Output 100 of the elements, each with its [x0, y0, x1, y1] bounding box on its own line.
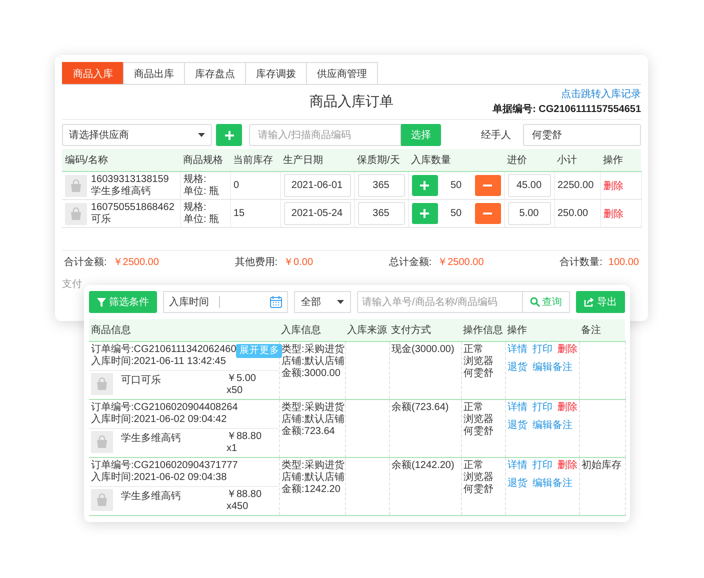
operation-info-line: 正常: [464, 460, 484, 472]
product-name: 可口可乐: [121, 374, 162, 387]
shelf-life-field[interactable]: 365: [358, 174, 404, 197]
action-link[interactable]: 退货: [508, 478, 528, 490]
column-header: 入库信息: [281, 325, 321, 336]
operation-info-line: 浏览器: [464, 472, 494, 484]
column-header: 备注: [581, 325, 601, 336]
product-quantity: x450: [226, 501, 250, 513]
product-name: 学生多维高钙: [121, 490, 182, 503]
order-info-line: 金额:1242.20: [282, 484, 342, 496]
add-supplier-button[interactable]: [216, 124, 242, 146]
product-name: 学生多维高钙: [121, 432, 182, 445]
order-info-line: 店铺:默认店铺: [282, 472, 342, 484]
export-button[interactable]: 导出: [576, 291, 625, 313]
summary-value: ￥2500.00: [438, 257, 484, 268]
product-code-field[interactable]: 请输入/扫描商品编码: [249, 124, 401, 146]
product-price: ￥88.80: [226, 489, 263, 501]
action-link[interactable]: 退货: [508, 420, 528, 432]
operation-info-line: 何雯舒: [464, 368, 494, 380]
action-link[interactable]: 退货: [508, 362, 528, 374]
column-header: 商品信息: [91, 325, 131, 336]
payment-method: 余额(723.64): [392, 402, 449, 413]
delete-link[interactable]: 删除: [558, 344, 578, 356]
record-link[interactable]: 点击跳转入库记录: [561, 87, 641, 101]
summary-label: 合计金额:: [64, 257, 107, 268]
date-field[interactable]: 2021-05-24: [284, 202, 350, 225]
action-link[interactable]: 打印: [532, 460, 552, 472]
operation-info-line: 何雯舒: [464, 426, 494, 438]
spec-text: 规格:: [184, 174, 208, 186]
delete-link[interactable]: 删除: [558, 460, 578, 472]
payment-label: 支付: [62, 279, 82, 290]
increase-button[interactable]: [412, 203, 438, 224]
action-link[interactable]: 打印: [532, 344, 552, 356]
action-link[interactable]: 编辑备注: [532, 478, 572, 490]
order-time: 入库时间:2021-06-02 09:04:38: [91, 472, 228, 484]
order-time: 入库时间:2021-06-02 09:04:42: [91, 414, 228, 426]
action-link[interactable]: 编辑备注: [532, 420, 572, 432]
action-link[interactable]: 详情: [508, 402, 528, 414]
delete-link[interactable]: 删除: [558, 402, 578, 414]
action-link[interactable]: 详情: [508, 460, 528, 472]
bag-icon: [65, 202, 87, 224]
date-field[interactable]: 2021-06-01: [284, 174, 350, 197]
date-range-field[interactable]: 入库时间: [163, 291, 288, 313]
handler-field[interactable]: 何雯舒: [523, 124, 641, 146]
price-field[interactable]: 5.00: [508, 202, 550, 225]
order-number: 订单编号:CG2106111342062460: [91, 344, 236, 356]
column-header: 生产日期: [283, 155, 323, 166]
order-info-line: 店铺:默认店铺: [282, 356, 342, 368]
product-name: 学生多维高钙: [91, 186, 152, 198]
supplier-select[interactable]: 请选择供应商: [62, 124, 212, 146]
summary-value: ￥0.00: [284, 257, 314, 268]
unit-text: 单位: 瓶: [184, 186, 220, 198]
unit-text: 单位: 瓶: [184, 214, 220, 226]
status-select[interactable]: 全部: [294, 291, 351, 313]
handler-label: 经手人: [481, 128, 511, 142]
action-link[interactable]: 编辑备注: [532, 362, 572, 374]
order-info-line: 类型:采购进货: [282, 344, 342, 356]
summary-value: 100.00: [608, 257, 639, 268]
delete-link[interactable]: 删除: [604, 208, 624, 220]
plus-icon: [420, 209, 429, 218]
subtotal-cell: 2250.00: [558, 180, 594, 191]
shelf-life-field[interactable]: 365: [358, 202, 404, 225]
bag-icon: [91, 431, 113, 453]
document-number: 单据编号: CG2106111157554651: [492, 102, 641, 116]
tab[interactable]: 供应商管理: [306, 62, 378, 84]
order-info-line: 店铺:默认店铺: [282, 414, 342, 426]
column-header: 进价: [507, 155, 527, 166]
search-button[interactable]: 查询: [523, 291, 570, 313]
operation-info-line: 何雯舒: [464, 484, 494, 496]
decrease-button[interactable]: [474, 203, 500, 224]
decrease-button[interactable]: [474, 175, 500, 196]
column-header: 编码/名称: [65, 155, 108, 166]
column-header: 入库数量: [411, 155, 451, 166]
action-link[interactable]: 打印: [532, 402, 552, 414]
column-header: 操作: [507, 325, 527, 336]
payment-method: 余额(1242.20): [392, 460, 454, 471]
column-header: 操作: [603, 155, 623, 166]
increase-button[interactable]: [412, 175, 438, 196]
calendar-icon: [270, 296, 282, 308]
spec-text: 规格:: [184, 202, 208, 214]
product-code: 160750551868462: [91, 202, 174, 214]
summary-label: 合计数量:: [560, 257, 602, 268]
summary-value: ￥2500.00: [112, 257, 159, 268]
column-header: 支付方式: [391, 325, 431, 336]
caret-icon: [337, 300, 344, 304]
select-button[interactable]: 选择: [401, 124, 441, 146]
filter-button[interactable]: 筛选条件: [89, 291, 157, 313]
order-search-field[interactable]: 请输入单号/商品名称/商品编码: [357, 291, 523, 313]
tab[interactable]: 商品出库: [123, 62, 185, 84]
plus-icon: [224, 130, 234, 140]
caret-icon: [198, 133, 205, 137]
tab[interactable]: 商品入库: [62, 62, 124, 84]
price-field[interactable]: 45.00: [508, 174, 550, 197]
delete-link[interactable]: 删除: [604, 180, 624, 192]
column-header: 操作信息: [463, 325, 503, 336]
product-price: ￥88.80: [226, 431, 263, 443]
column-header: 商品规格: [183, 155, 223, 166]
order-number: 订单编号:CG2106020904408264: [91, 402, 238, 414]
action-link[interactable]: 详情: [508, 344, 528, 356]
bag-icon: [65, 174, 87, 196]
